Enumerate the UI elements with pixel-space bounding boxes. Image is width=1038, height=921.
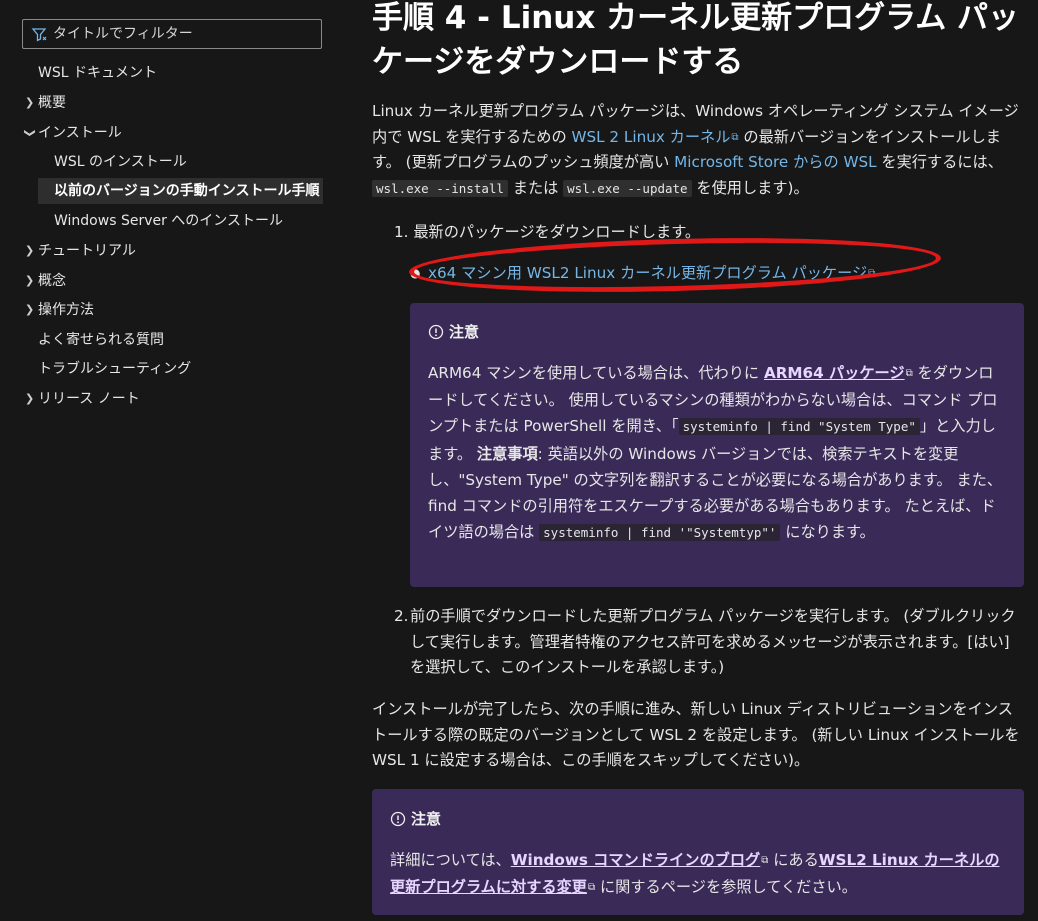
update-command-code: wsl.exe --update	[563, 179, 692, 197]
sidebar-item-label: よく寄せられる質問	[38, 332, 164, 348]
microsoft-store-wsl-link[interactable]: Microsoft Store からの WSL	[674, 153, 876, 171]
sidebar-item-tutorials[interactable]: ❯ チュートリアル	[25, 238, 136, 264]
link-text: WSL 2 Linux カーネル	[571, 127, 731, 146]
intro-text: を使用します)。	[691, 178, 809, 197]
step-number: 1.	[394, 223, 409, 241]
info-circle-icon	[390, 811, 406, 826]
sidebar: WSL ドキュメント ❯概要 ❯インストール WSL のインストール 以前のバー…	[0, 0, 345, 921]
sidebar-item-faq[interactable]: よく寄せられる質問	[38, 327, 164, 353]
intro-paragraph: Linux カーネル更新プログラム パッケージは、Windows オペレーティン…	[372, 99, 1024, 201]
note-title-text: 注意	[449, 323, 480, 341]
sidebar-item-how-to[interactable]: ❯ 操作方法	[25, 297, 94, 323]
windows-commandline-blog-link[interactable]: Windows コマンドラインのブログ	[511, 851, 761, 869]
filter-icon	[31, 28, 47, 42]
chevron-right-icon: ❯	[25, 303, 35, 316]
note-body: ARM64 マシンを使用している場合は、代わりに ARM64 パッケージ⧉ をダ…	[428, 360, 1006, 546]
sidebar-item-label: トラブルシューティング	[38, 361, 192, 377]
note-kernel-blog: 注意 詳細については、Windows コマンドラインのブログ⧉ にあるWSL2 …	[372, 789, 1024, 915]
sidebar-item-windows-server[interactable]: Windows Server へのインストール	[54, 208, 283, 234]
sidebar-item-troubleshooting[interactable]: トラブルシューティング	[38, 356, 191, 382]
systeminfo-command-code: systeminfo | find "System Type"	[678, 418, 920, 436]
sidebar-item-release-notes[interactable]: ❯ リリース ノート	[25, 386, 140, 412]
sidebar-item-label: チュートリアル	[38, 243, 136, 259]
note-title-text: 注意	[411, 810, 442, 828]
note-text: にある	[768, 851, 819, 869]
note-body: 詳細については、Windows コマンドラインのブログ⧉ にあるWSL2 Lin…	[390, 847, 1006, 901]
step-text: 最新のパッケージをダウンロードします。	[413, 223, 701, 241]
sidebar-item-overview[interactable]: ❯ 概要	[25, 90, 66, 116]
step-number: 2.	[394, 607, 409, 625]
arm64-package-link[interactable]: ARM64 パッケージ	[764, 364, 905, 382]
chevron-right-icon: ❯	[25, 392, 35, 405]
note-text: ARM64 マシンを使用している場合は、代わりに	[428, 364, 764, 382]
sidebar-item-label: Windows Server へのインストール	[54, 213, 284, 229]
chevron-right-icon: ❯	[25, 274, 35, 287]
after-install-paragraph: インストールが完了したら、次の手順に進み、新しい Linux ディストリビューシ…	[372, 700, 1020, 769]
caution-label: 注意事項	[476, 444, 538, 463]
filter-input[interactable]	[53, 26, 303, 42]
sidebar-item-label: インストール	[38, 125, 122, 141]
chevron-right-icon: ❯	[25, 96, 35, 109]
sidebar-item-label: WSL のインストール	[54, 154, 187, 170]
install-command-code: wsl.exe --install	[372, 179, 508, 197]
link-text: ARM64 パッケージ	[763, 364, 905, 382]
note-text: になります。	[780, 523, 875, 542]
note-text: に関するページを参照してください。	[595, 878, 857, 897]
note-arm64: 注意 ARM64 マシンを使用している場合は、代わりに ARM64 パッケージ⧉…	[410, 303, 1024, 587]
step-text: 前の手順でダウンロードした更新プログラム パッケージを実行します。 (ダブルクリ…	[410, 607, 1016, 676]
systemtyp-command-code: systeminfo | find '"Systemtyp"'	[539, 524, 781, 542]
external-link-icon: ⧉	[905, 368, 913, 379]
note-title: 注意	[428, 321, 1006, 342]
sidebar-item-label: 概念	[38, 273, 66, 289]
link-text: Windows コマンドラインのブログ	[510, 851, 761, 869]
sidebar-item-label: 以前のバージョンの手動インストール手順	[54, 183, 320, 199]
sidebar-item-label: 概要	[38, 95, 66, 111]
sidebar-item-label: WSL ドキュメント	[38, 65, 157, 81]
sidebar-item-wsl-docs[interactable]: WSL ドキュメント	[38, 60, 157, 86]
sidebar-item-label: 操作方法	[38, 302, 94, 318]
sidebar-item-wsl-install[interactable]: WSL のインストール	[54, 149, 187, 175]
step-2: 2. 前の手順でダウンロードした更新プログラム パッケージを実行します。 (ダブ…	[394, 604, 1024, 681]
intro-text: または	[507, 178, 564, 197]
chevron-down-icon: ❯	[23, 128, 37, 138]
note-text: 詳細については、	[390, 851, 511, 869]
title-filter[interactable]	[22, 19, 322, 49]
info-circle-icon	[428, 324, 444, 339]
chevron-right-icon: ❯	[25, 244, 35, 257]
sidebar-item-install[interactable]: ❯ インストール	[24, 120, 122, 146]
intro-text: を実行するには、	[876, 153, 1003, 171]
sidebar-item-label: リリース ノート	[38, 391, 140, 407]
sidebar-item-concepts[interactable]: ❯ 概念	[25, 268, 66, 294]
external-link-icon: ⧉	[731, 131, 739, 143]
wsl2-kernel-link[interactable]: WSL 2 Linux カーネル⧉	[571, 128, 738, 146]
note-title: 注意	[390, 808, 1006, 829]
page-title: 手順 4 - Linux カーネル更新プログラム パッケージをダウンロードする	[372, 0, 1019, 80]
sidebar-item-manual-install[interactable]: 以前のバージョンの手動インストール手順	[38, 178, 323, 204]
